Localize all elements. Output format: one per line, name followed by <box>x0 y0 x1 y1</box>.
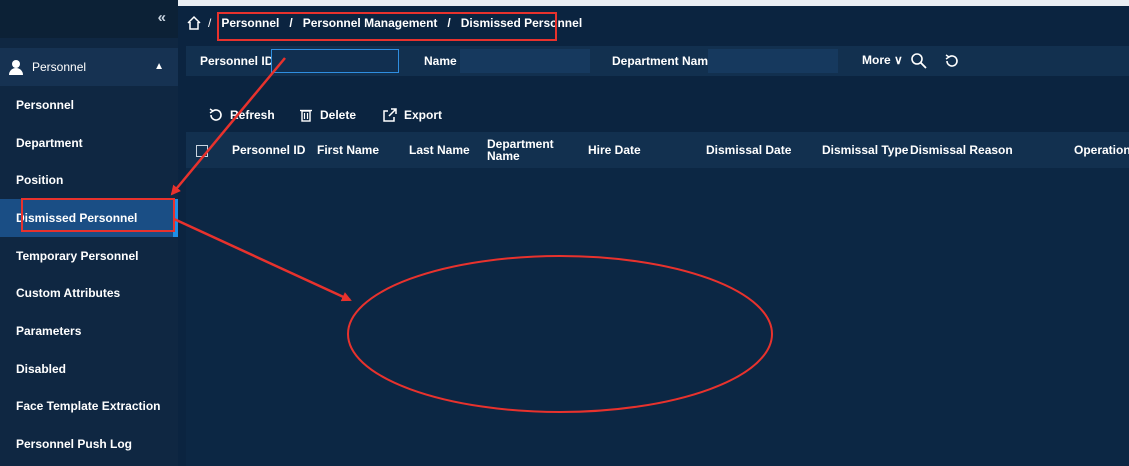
sidebar-item-custom-attributes[interactable]: Custom Attributes <box>0 274 178 312</box>
sidebar-item-face-template-extraction[interactable]: Face Template Extraction <box>0 388 178 426</box>
column-dismissal-type[interactable]: Dismissal Type <box>822 132 908 168</box>
sidebar-nav: Personnel Department Position Dismissed … <box>0 86 178 463</box>
name-input[interactable] <box>460 49 590 73</box>
column-department-name[interactable]: Department Name <box>487 132 557 168</box>
sidebar-item-personnel[interactable]: Personnel <box>0 86 178 124</box>
column-last-name[interactable]: Last Name <box>409 132 470 168</box>
breadcrumb-separator: / <box>289 16 293 30</box>
search-icon[interactable] <box>910 52 928 70</box>
sidebar-item-label: Department <box>16 135 83 150</box>
sidebar-item-disabled[interactable]: Disabled <box>0 350 178 388</box>
home-icon[interactable] <box>186 15 202 31</box>
filter-bar: Personnel ID Name Department Name More ∨ <box>186 46 1129 76</box>
column-operations: Operations <box>1074 143 1129 157</box>
sidebar-item-label: Custom Attributes <box>16 286 121 301</box>
caret-up-icon: ▲ <box>154 61 164 72</box>
trash-icon <box>300 109 312 122</box>
sidebar-item-temporary-personnel[interactable]: Temporary Personnel <box>0 237 178 275</box>
more-filters-button[interactable]: More ∨ <box>862 53 903 67</box>
more-label: More <box>862 53 891 67</box>
sidebar-item-label: Temporary Personnel <box>16 248 139 263</box>
breadcrumb: / Personnel / Personnel Management / Dis… <box>178 6 1129 40</box>
table-body <box>186 168 1129 466</box>
sidebar-item-position[interactable]: Position <box>0 161 178 199</box>
breadcrumb-item-personnel[interactable]: Personnel <box>221 16 279 30</box>
department-name-label: Department Name <box>612 54 715 68</box>
export-button[interactable]: Export <box>382 107 442 123</box>
sidebar-item-label: Dismissed Personnel <box>16 210 138 225</box>
column-personnel-id[interactable]: Personnel ID <box>232 132 305 168</box>
sidebar-item-personnel-push-log[interactable]: Personnel Push Log <box>0 425 178 463</box>
column-hire-date[interactable]: Hire Date <box>588 132 641 168</box>
sidebar-item-dismissed-personnel[interactable]: Dismissed Personnel <box>0 199 178 237</box>
delete-label: Delete <box>320 108 357 122</box>
breadcrumb-trail: Personnel / Personnel Management / Dismi… <box>221 16 582 30</box>
personnel-id-input[interactable] <box>271 49 399 73</box>
sidebar-item-parameters[interactable]: Parameters <box>0 312 178 350</box>
refresh-button[interactable]: Refresh <box>208 107 275 123</box>
column-first-name[interactable]: First Name <box>317 132 379 168</box>
personnel-id-label: Personnel ID <box>200 54 274 68</box>
export-icon <box>383 108 397 122</box>
section-label: Personnel <box>32 60 87 74</box>
sidebar-item-department[interactable]: Department <box>0 124 178 162</box>
breadcrumb-item-dismissed-personnel: Dismissed Personnel <box>460 16 583 30</box>
sidebar-item-label: Personnel <box>16 97 75 112</box>
column-dismissal-date[interactable]: Dismissal Date <box>706 132 791 168</box>
department-name-input[interactable] <box>708 49 838 73</box>
personnel-section-header[interactable]: Personnel ▲ <box>0 48 178 86</box>
select-all-checkbox[interactable] <box>196 145 208 157</box>
collapse-sidebar-icon[interactable]: « <box>158 9 166 26</box>
sidebar-item-label: Position <box>16 173 64 188</box>
sidebar-item-label: Disabled <box>16 361 67 376</box>
sidebar: « Personnel ▲ Personnel Department Posit… <box>0 0 178 466</box>
table-toolbar: Refresh Delete Export <box>186 100 1129 130</box>
table-header: Personnel ID First Name Last Name Depart… <box>186 132 1129 168</box>
name-label: Name <box>424 54 457 68</box>
delete-button[interactable]: Delete <box>298 107 356 123</box>
sidebar-item-label: Personnel Push Log <box>16 437 133 452</box>
column-dismissal-reason[interactable]: Dismissal Reason <box>910 132 1013 168</box>
reset-icon[interactable] <box>943 52 961 70</box>
user-icon <box>8 59 24 75</box>
breadcrumb-separator: / <box>208 16 212 30</box>
breadcrumb-item-personnel-management[interactable]: Personnel Management <box>303 16 438 30</box>
refresh-label: Refresh <box>230 108 275 122</box>
sidebar-collapse-bar: « <box>0 0 178 38</box>
breadcrumb-separator: / <box>447 16 451 30</box>
refresh-icon <box>209 108 222 121</box>
chevron-down-icon: ∨ <box>894 53 903 67</box>
sidebar-item-label: Parameters <box>16 323 82 338</box>
export-label: Export <box>404 108 443 122</box>
sidebar-item-label: Face Template Extraction <box>16 399 161 414</box>
